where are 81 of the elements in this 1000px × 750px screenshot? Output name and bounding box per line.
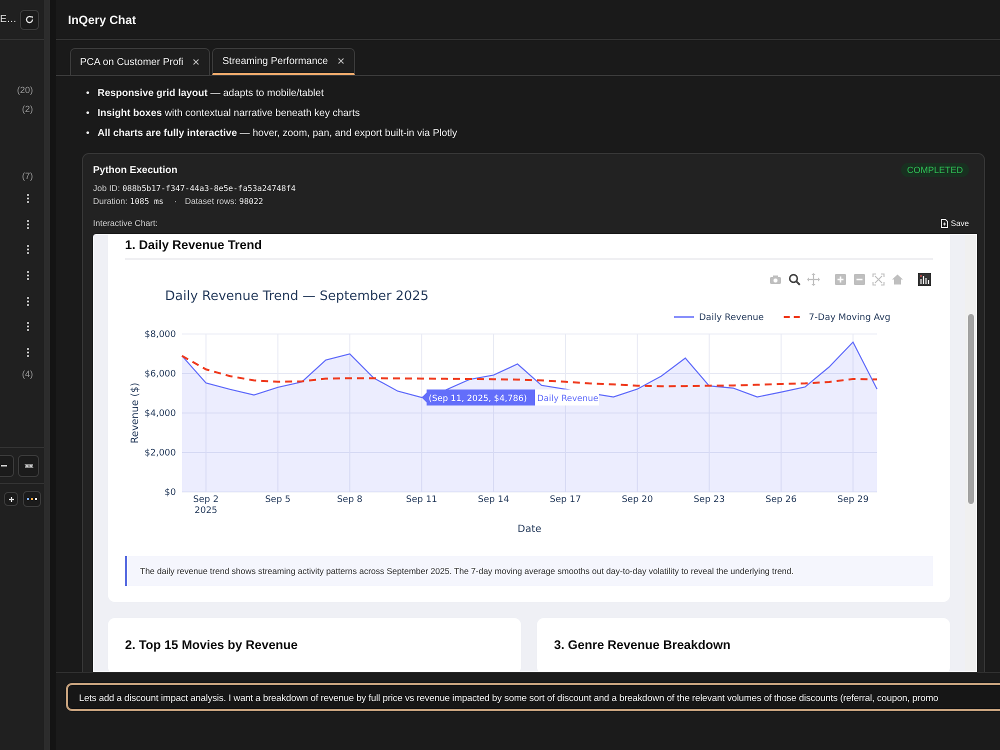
plus-icon: [8, 496, 14, 502]
swap-icon: [24, 462, 34, 470]
annotation: (Sep 11, 2025, $4,786): [428, 394, 528, 404]
card-title: 2. Top 15 Movies by Revenue: [125, 638, 299, 654]
bullet-mark: •: [86, 107, 90, 121]
close-icon: [338, 58, 344, 64]
insight-text: The daily revenue trend shows streaming activity patterns across September 2025. The 7-day moving average smooths out day-to-day volatility to reveal the underlying trend.: [125, 556, 933, 586]
bullet-mark: •: [86, 87, 90, 101]
dots-icon: [27, 498, 37, 500]
zoom-in-icon: [834, 273, 847, 286]
field-value: 1085 ms: [130, 197, 164, 206]
item-count: (2): [22, 103, 33, 116]
card-title: 1. Daily Revenue Trend: [125, 238, 933, 260]
item-count: (7): [22, 170, 33, 183]
axis-tick-label: $2,000: [144, 448, 176, 458]
hover-series-label: Daily Revenue: [535, 389, 599, 406]
zoom-icon: [788, 273, 801, 286]
swap-button[interactable]: [18, 454, 39, 477]
axis-title: Revenue ($): [130, 382, 141, 444]
zoom-button[interactable]: [786, 271, 803, 288]
feature-text: Insight boxes with contextual narrative beneath key charts: [98, 107, 360, 121]
logo-icon: [918, 273, 931, 286]
sidebar-title: E…: [0, 14, 17, 25]
axis-tick-label: $4,000: [144, 409, 176, 419]
legend-item[interactable]: Daily Revenue: [674, 313, 764, 323]
close-icon: [193, 58, 200, 64]
section-label: Interactive Chart:: [93, 218, 158, 228]
axis-tick-label: Sep 14: [478, 495, 510, 505]
hover-label: (Sep 11, 2025, $4,786): [422, 389, 536, 406]
close-button[interactable]: [338, 56, 344, 66]
axis-tick-label: $0: [164, 488, 176, 498]
axis-tick-label: Sep 20: [622, 495, 653, 505]
feature-text: Responsive grid layout — adapts to mobile/tablet: [98, 87, 324, 101]
item-count: (20): [16, 84, 33, 97]
field-value: 088b5b17-f347-44a3-8e5e-fa53a24748f4: [122, 184, 296, 193]
dash-icon: [0, 464, 6, 467]
pan-icon: [807, 273, 820, 286]
axis-tick-label: Sep 17: [550, 495, 582, 505]
annotation: Daily Revenue: [537, 394, 598, 404]
zoom-out-icon: [853, 273, 866, 286]
axis-tick-label: Sep 8: [336, 495, 363, 505]
message-input[interactable]: Lets add a discount impact analysis. I want a breakdown of revenue by full price vs revenue impacted by some sort of discount and a breakdown of the relevant volumes of those discounts (referral, coupon, promo: [66, 683, 1000, 711]
legend-item[interactable]: 7-Day Moving Avg: [784, 313, 890, 323]
separator-dot: ·: [174, 196, 177, 206]
camera-icon: [769, 273, 782, 286]
axis-tick-label: $6,000: [144, 370, 176, 380]
item-count: (4): [22, 368, 33, 382]
axis-tick-label: $8,000: [144, 330, 176, 340]
refresh-icon: [24, 15, 34, 24]
card-title: Python Execution: [93, 164, 178, 176]
axis-tick-label: Sep 29: [837, 495, 869, 505]
axis-tick-label: Sep 5: [265, 495, 291, 505]
tab[interactable]: Streaming Performance: [212, 48, 355, 75]
more-button[interactable]: [23, 491, 41, 508]
status-badge: COMPLETED: [900, 163, 969, 177]
chart-title: Daily Revenue Trend — September 2025: [165, 289, 429, 304]
bullet-mark: •: [86, 127, 90, 141]
axis-title: Date: [518, 524, 542, 535]
field-label: Duration:: [93, 196, 128, 206]
axis-tick-label: Sep 26: [766, 495, 797, 505]
card-title: 3. Genre Revenue Breakdown: [554, 638, 732, 654]
axis-tick-label: Sep 11: [406, 495, 438, 505]
refresh-button[interactable]: [20, 10, 39, 30]
save-button[interactable]: Save: [940, 218, 969, 228]
tab[interactable]: PCA on Customer Profi: [70, 48, 210, 75]
home-icon: [891, 273, 904, 286]
axis-tick-label: Sep 23: [694, 495, 725, 505]
axis-tick-label: Sep 2 2025: [193, 495, 219, 516]
add-button[interactable]: [4, 492, 18, 506]
logo-button[interactable]: [916, 271, 933, 288]
feature-text: All charts are fully interactive — hover, zoom, pan, and export built-in via Plotly: [98, 127, 458, 141]
close-button[interactable]: [193, 56, 200, 68]
legend-label: 7-Day Moving Avg: [808, 313, 890, 323]
field-label: Job ID:: [93, 183, 120, 193]
scrollbar[interactable]: [965, 234, 977, 672]
file-icon: [940, 218, 948, 228]
field-label: Dataset rows:: [184, 196, 237, 206]
legend-label: Daily Revenue: [699, 313, 764, 323]
app-title: InQery Chat: [68, 12, 136, 26]
autoscale-icon: [872, 273, 885, 286]
field-value: 98022: [239, 197, 264, 206]
